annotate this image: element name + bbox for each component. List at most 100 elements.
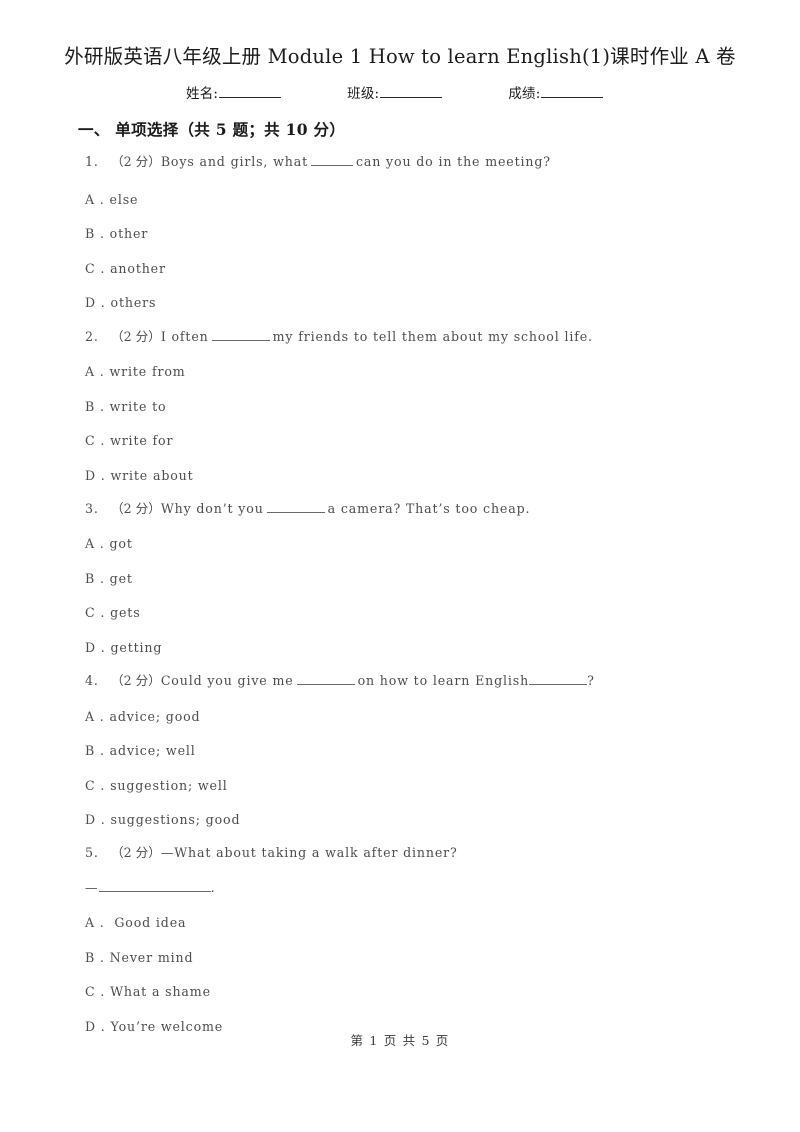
question-4-text-end: ? — [587, 673, 595, 688]
question-4-marks: （2 分） — [111, 673, 161, 688]
student-class-field: 班级: — [347, 84, 443, 104]
question-2-option-b[interactable]: B . write to — [85, 397, 166, 417]
question-5-option-b[interactable]: B . Never mind — [85, 948, 193, 968]
question-3-number: 3. — [85, 501, 99, 516]
question-4-option-d[interactable]: D . suggestions; good — [85, 810, 240, 830]
question-1-option-d-label: others — [110, 295, 157, 310]
student-class-label: 班级: — [347, 86, 380, 102]
student-score-label: 成绩: — [508, 86, 541, 102]
question-5-option-b-key: B . — [85, 950, 105, 965]
question-3-stem: 3. （2 分）Why don’t you a camera? That’s too… — [85, 499, 530, 519]
question-3-option-d[interactable]: D . getting — [85, 638, 162, 658]
question-1-option-b[interactable]: B . other — [85, 224, 148, 244]
student-score-blank[interactable] — [541, 84, 604, 98]
question-5-period: . — [210, 880, 216, 895]
question-1-option-d[interactable]: D . others — [85, 293, 156, 313]
question-3-option-a[interactable]: A . got — [85, 534, 133, 554]
question-2-option-c-label: write for — [110, 433, 174, 448]
question-4-option-b-label: advice; well — [109, 743, 196, 758]
question-4-blank-2[interactable] — [529, 673, 588, 685]
question-1-option-a-label: else — [109, 192, 139, 207]
question-1-marks: （2 分） — [111, 154, 161, 169]
student-name-blank[interactable] — [219, 84, 282, 98]
question-1-number: 1. — [85, 154, 99, 169]
question-2-stem: 2. （2 分）I often my friends to tell them ab… — [85, 327, 593, 347]
question-4-option-d-key: D . — [85, 812, 106, 827]
student-class-blank[interactable] — [380, 84, 443, 98]
question-3-text-after: a camera? That’s too cheap. — [327, 501, 531, 516]
question-5-stem: 5. （2 分）—What about taking a walk after d… — [85, 843, 458, 863]
question-4-stem: 4. （2 分）Could you give me on how to learn … — [85, 671, 595, 691]
question-4-option-a-label: advice; good — [109, 709, 201, 724]
question-4-option-d-label: suggestions; good — [110, 812, 241, 827]
question-1-option-a[interactable]: A . else — [85, 190, 138, 210]
question-4-option-a-key: A . — [85, 709, 105, 724]
question-2-option-c[interactable]: C . write for — [85, 431, 173, 451]
question-3-option-c-key: C . — [85, 605, 106, 620]
question-2-option-b-label: write to — [109, 399, 167, 414]
question-2-option-a-label: write from — [109, 364, 186, 379]
question-5-number: 5. — [85, 845, 99, 860]
student-name-label: 姓名: — [186, 86, 219, 102]
question-3-option-a-key: A . — [85, 536, 105, 551]
question-5-option-c-key: C . — [85, 984, 106, 999]
question-5-dash: — — [85, 880, 98, 895]
question-2-option-d-label: write about — [110, 468, 194, 483]
question-3-blank[interactable] — [266, 501, 325, 513]
question-5-answer-line: —. — [85, 878, 215, 898]
question-3-option-b-label: get — [109, 571, 133, 586]
question-4-option-c-label: suggestion; well — [110, 778, 228, 793]
question-3-option-d-label: getting — [110, 640, 163, 655]
question-2-option-d-key: D . — [85, 468, 106, 483]
page-title: 外研版英语八年级上册 Module 1 How to learn English… — [64, 45, 736, 68]
question-2-text-after: my friends to tell them about my school … — [272, 329, 593, 344]
question-2-number: 2. — [85, 329, 99, 344]
question-2-option-c-key: C . — [85, 433, 106, 448]
question-3-option-c[interactable]: C . gets — [85, 603, 141, 623]
question-1-text-before: Boys and girls, what — [160, 154, 308, 169]
question-4-number: 4. — [85, 673, 99, 688]
question-4-option-a[interactable]: A . advice; good — [85, 707, 200, 727]
question-3-option-c-label: gets — [110, 605, 141, 620]
question-1-option-c-label: another — [110, 261, 166, 276]
section-heading-1: 一、 单项选择（共 5 题；共 10 分） — [78, 120, 346, 139]
question-5-marks: （2 分） — [111, 845, 161, 860]
exam-page: 外研版英语八年级上册 Module 1 How to learn English… — [0, 0, 800, 1132]
question-4-option-c[interactable]: C . suggestion; well — [85, 776, 228, 796]
question-2-marks: （2 分） — [111, 329, 161, 344]
question-3-option-b-key: B . — [85, 571, 105, 586]
question-1-text-after: can you do in the meeting? — [355, 154, 551, 169]
question-2-option-b-key: B . — [85, 399, 105, 414]
question-4-text-after: on how to learn English — [357, 673, 530, 688]
question-5-text-before: —What about taking a walk after dinner? — [160, 845, 458, 860]
question-4-option-b-key: B . — [85, 743, 105, 758]
student-name-field: 姓名: — [186, 84, 282, 104]
question-5-option-a-label: Good idea — [109, 915, 187, 930]
question-3-text-before: Why don’t you — [160, 501, 264, 516]
question-3-marks: （2 分） — [111, 501, 161, 516]
student-info-row: 姓名: 班级: 成绩: — [186, 84, 656, 104]
question-2-option-a[interactable]: A . write from — [85, 362, 186, 382]
question-1-option-b-label: other — [109, 226, 149, 241]
question-1-option-c-key: C . — [85, 261, 106, 276]
question-2-option-a-key: A . — [85, 364, 105, 379]
question-5-option-c[interactable]: C . What a shame — [85, 982, 211, 1002]
page-footer: 第 1 页 共 5 页 — [350, 1033, 450, 1048]
student-score-field: 成绩: — [508, 84, 604, 104]
question-1-option-b-key: B . — [85, 226, 105, 241]
question-1-option-c[interactable]: C . another — [85, 259, 166, 279]
question-2-option-d[interactable]: D . write about — [85, 466, 194, 486]
question-4-option-b[interactable]: B . advice; well — [85, 741, 196, 761]
question-3-option-b[interactable]: B . get — [85, 569, 133, 589]
question-1-option-d-key: D . — [85, 295, 106, 310]
question-5-option-a-key: A . — [85, 915, 105, 930]
question-2-text-before: I often — [160, 329, 209, 344]
question-2-blank[interactable] — [211, 329, 270, 341]
question-4-blank-1[interactable] — [296, 673, 355, 685]
question-1-option-a-key: A . — [85, 192, 105, 207]
question-1-blank[interactable] — [310, 154, 353, 166]
question-5-option-b-label: Never mind — [109, 950, 194, 965]
question-5-blank[interactable] — [98, 880, 211, 892]
question-5-option-a[interactable]: A . Good idea — [85, 913, 186, 933]
question-4-option-c-key: C . — [85, 778, 106, 793]
